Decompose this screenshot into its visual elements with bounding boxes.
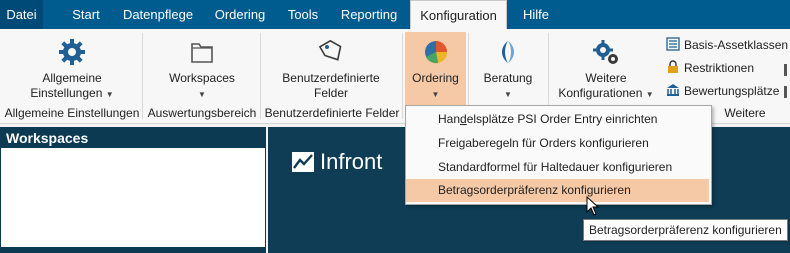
weitere-konfigurationen-button[interactable]: Weitere Konfigurationen ▼ [556,37,656,102]
chevron-down-icon: ▼ [431,90,440,99]
building-icon [667,84,679,96]
beratung-button[interactable]: Beratung ▼ [475,37,541,102]
infront-logo-icon [292,152,314,172]
group-label-weitere: Weitere [724,106,766,120]
chevron-down-icon: ▼ [105,90,114,99]
list-icon [666,37,680,51]
panel-title: Workspaces [1,128,265,148]
workspaces-label: Workspaces [169,71,235,85]
allgemeine-label-2: Einstellungen [30,86,103,100]
tab-reporting[interactable]: Reporting [334,0,404,29]
menu-item-standardformel[interactable]: Standardformel für Haltedauer konfigurie… [406,156,709,179]
tooltip: Betragsorderpräferenz konfigurieren [583,219,788,241]
menu-item-text: Betragsorderpräferenz konfigurieren [438,183,631,197]
ordering-button[interactable]: Ordering ▼ [405,32,466,106]
felder-label-2: Felder [313,86,348,100]
chevron-down-icon: ▼ [504,90,512,99]
menu-item-freigaberegeln[interactable]: Freigaberegeln für Orders konfigurieren [406,132,709,155]
tab-ordering[interactable]: Ordering [208,0,272,29]
tab-datenpflege[interactable]: Datenpflege [117,0,199,29]
chevron-down-icon: ▼ [198,90,206,99]
allgemeine-einstellungen-button[interactable]: Allgemeine Einstellungen ▼ [18,37,126,102]
tab-hilfe[interactable]: Hilfe [516,0,556,29]
beratung-icon [502,41,514,63]
weitere-label-2: Konfigurationen [558,86,643,100]
allgemeine-label-1: Allgemeine [42,71,102,85]
menu-item-text: elsplätze PSI Order Entry einrichten [466,112,658,126]
menu-item-betragsorderpraeferenz[interactable]: Betragsorderpräferenz konfigurieren [406,179,709,202]
tab-datei[interactable]: Datei [0,0,43,29]
group-divider [142,33,143,119]
beratung-label: Beratung [483,71,533,85]
folder-icon [191,43,213,63]
workspaces-button[interactable]: Workspaces ▼ [160,37,244,102]
mouse-cursor-icon [586,196,600,216]
tab-tools[interactable]: Tools [282,0,324,29]
restriktionen-button[interactable]: Restriktionen [666,59,754,77]
benutzerdefinierte-felder-button[interactable]: Benutzerdefinierte Felder [266,37,396,101]
restriktionen-label: Restriktionen [684,61,755,75]
lock-icon [668,60,678,73]
workspaces-panel: Workspaces [0,127,266,253]
menu-item-handelsplaetze[interactable]: Handelsplätze PSI Order Entry einrichten [406,108,709,131]
basis-assetklassen-label: Basis-Assetklassen [684,38,789,52]
tab-konfiguration[interactable]: Konfiguration [410,0,507,29]
gears-icon [593,40,618,64]
ribbon-tab-bar: Datei Start Datenpflege Ordering Tools R… [0,0,790,29]
bewertungsplaetze-label: Bewertungsplätze [684,84,780,98]
weitere-label-1: Weitere [585,71,627,85]
tab-start[interactable]: Start [66,0,106,29]
pie-chart-icon [424,41,447,64]
group-label-felder: Benutzerdefinierte Felder [264,106,400,120]
bewertungsplaetze-button[interactable]: Bewertungsplätze [666,82,779,100]
group-label-auswertungsbereich: Auswertungsbereich [147,106,257,120]
group-divider [260,33,261,119]
ordering-label: Ordering [412,71,459,85]
menu-accelerator: d [460,112,467,126]
panel-footer [1,247,265,252]
tag-icon [318,39,342,61]
menu-item-text: Han [438,112,461,126]
chevron-down-icon: ▼ [645,90,654,99]
infront-logo-text: Infront [320,149,383,174]
ordering-dropdown-menu: Handelsplätze PSI Order Entry einrichten… [405,105,712,205]
menu-item-text: Freigaberegeln für Orders konfigurieren [438,136,649,150]
group-divider [402,33,403,119]
infront-logo: Infront [292,150,382,174]
group-label-allgemeine: Allgemeine Einstellungen [4,106,140,120]
felder-label-1: Benutzerdefinierte [282,71,380,85]
basis-assetklassen-button[interactable]: Basis-Assetklassen [666,36,788,54]
menu-item-text: Standardformel für Haltedauer konfigurie… [438,160,673,174]
gear-icon [59,39,85,65]
